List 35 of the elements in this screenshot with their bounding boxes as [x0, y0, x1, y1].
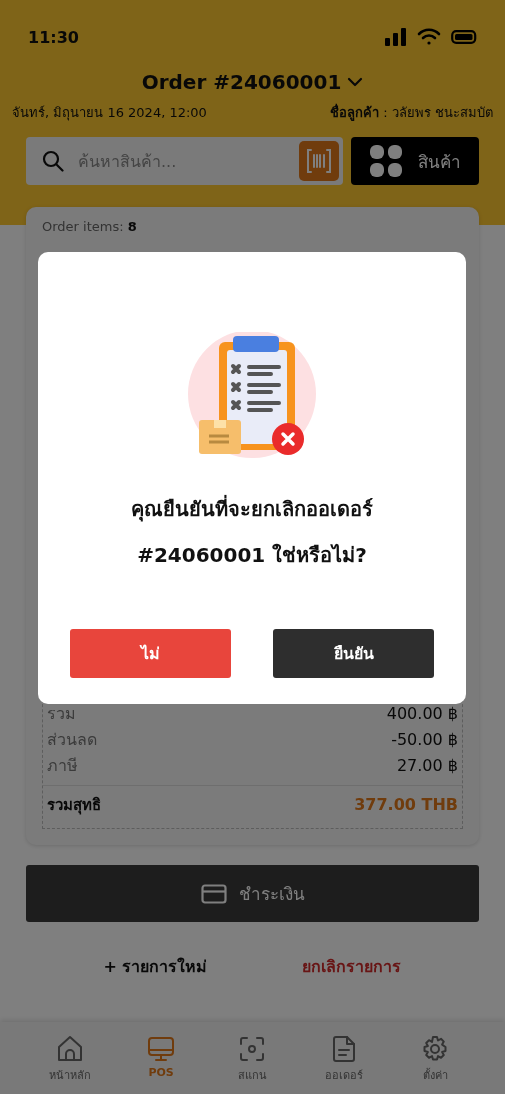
monitor-icon: [146, 1034, 177, 1064]
nav-tab[interactable]: ตั้งค่า: [403, 1022, 468, 1094]
barcode-scan-button[interactable]: [299, 141, 339, 181]
nav-tab[interactable]: POS: [129, 1022, 194, 1094]
summary-label: ภาษี: [47, 755, 78, 777]
barcode-icon: [305, 148, 333, 174]
confirm-message: คุณยืนยันที่จะยกเลิกออเดอร์ #24060001 ใช่หรือไม่?: [130, 494, 374, 569]
order-date: จันทร์, มิถุนายน 16 2024, 12:00: [12, 104, 207, 123]
chevron-down-icon[interactable]: [347, 77, 364, 87]
search-icon: [42, 150, 64, 172]
summary-value: 27.00 ฿: [396, 755, 458, 777]
summary-label: รวม: [47, 703, 76, 725]
total-value: 377.00 THB: [354, 794, 458, 816]
nav-tab[interactable]: หน้าหลัก: [37, 1022, 102, 1094]
order-items-count: Order items: 8: [42, 219, 138, 234]
order-title: Order #24060001: [141, 70, 342, 94]
nav-tab[interactable]: ออเดอร์: [311, 1022, 376, 1094]
signal-icon: [385, 28, 407, 46]
summary-value: -50.00 ฿: [391, 729, 458, 751]
battery-icon: [451, 30, 477, 44]
wifi-icon: [417, 28, 441, 46]
summary-value: 400.00 ฿: [386, 703, 458, 725]
status-time: 11:30: [28, 27, 79, 47]
nav-tab[interactable]: สแกน: [220, 1022, 285, 1094]
products-button[interactable]: สินค้า: [351, 137, 479, 185]
no-button[interactable]: ไม่: [70, 629, 231, 678]
summary-label: ส่วนลด: [47, 729, 97, 751]
cancel-order-link[interactable]: ยกเลิกรายการ: [302, 954, 402, 979]
grid-icon: [369, 145, 402, 177]
new-item-link[interactable]: + รายการใหม่: [103, 954, 208, 979]
credit-card-icon: [200, 883, 227, 904]
confirm-button[interactable]: ยืนยัน: [273, 629, 434, 678]
customer-name: ชื่อลูกค้า : วลัยพร ชนะสมบัต: [330, 102, 493, 123]
total-label: รวมสุทธิ: [47, 795, 101, 817]
pay-button[interactable]: ชำระเงิน: [26, 865, 479, 922]
